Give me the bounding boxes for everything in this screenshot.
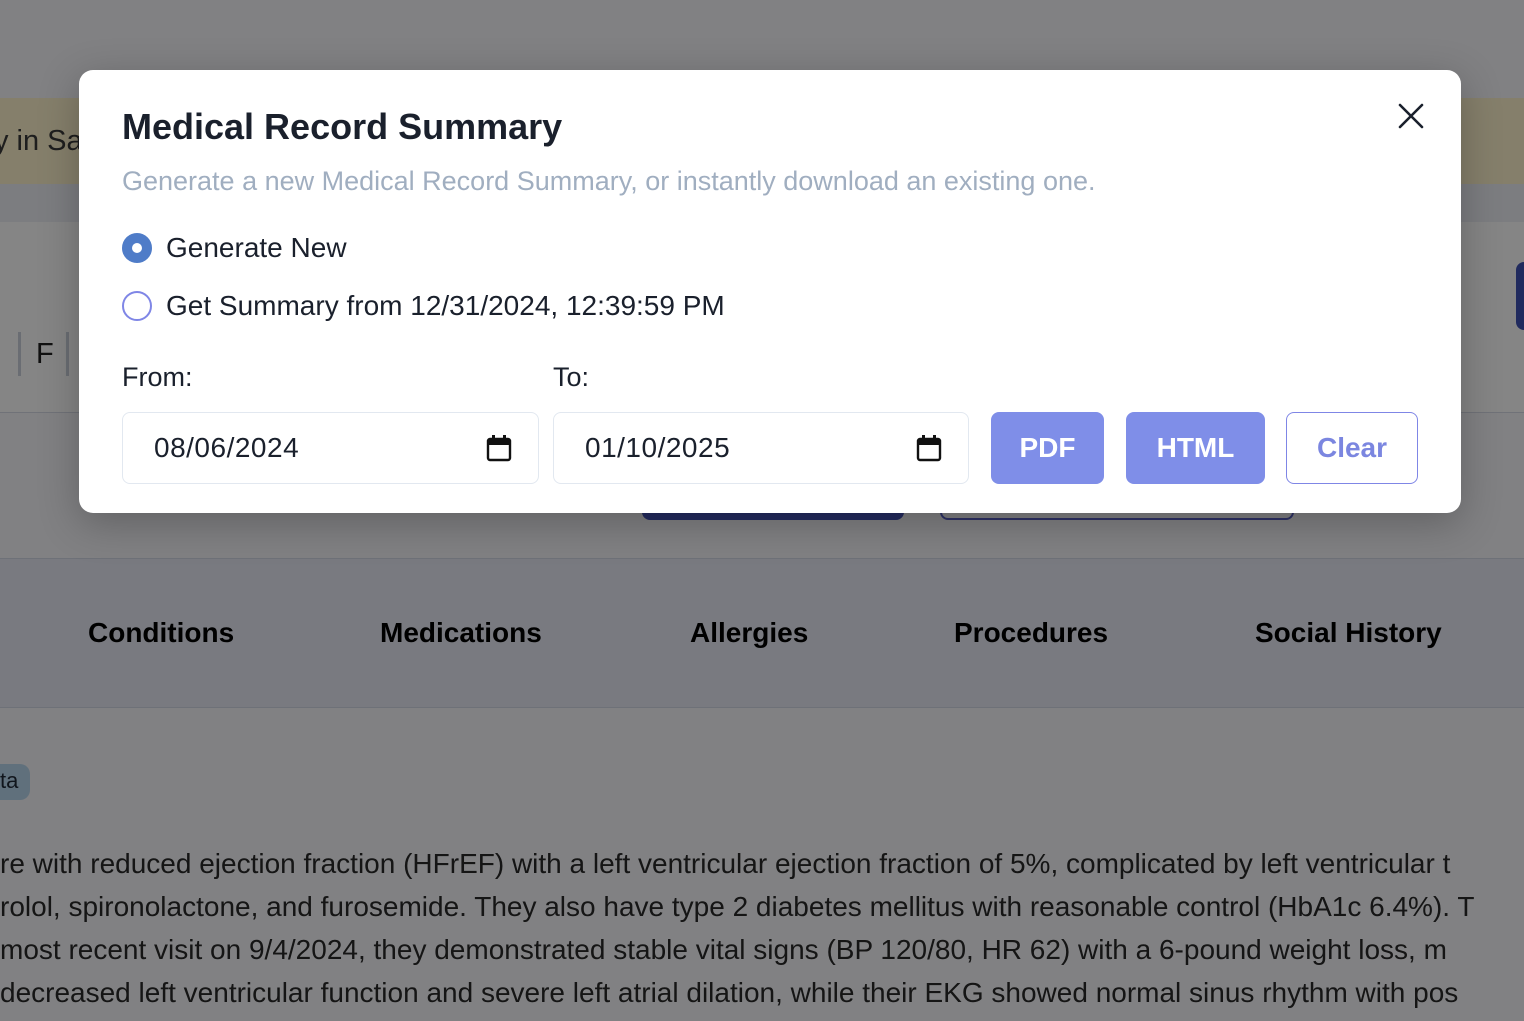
to-label: To: xyxy=(553,362,590,392)
html-button[interactable]: HTML xyxy=(1126,412,1265,484)
option-existing-summary[interactable]: Get Summary from 12/31/2024, 12:39:59 PM xyxy=(122,290,725,322)
from-label: From: xyxy=(122,362,193,392)
pdf-button[interactable]: PDF xyxy=(991,412,1104,484)
to-date-value: 01/10/2025 xyxy=(585,432,731,463)
option-label: Generate New xyxy=(166,232,347,263)
medical-record-summary-modal: Medical Record Summary Generate a new Me… xyxy=(79,70,1461,513)
from-date-value: 08/06/2024 xyxy=(154,432,300,463)
option-label: Get Summary from 12/31/2024, 12:39:59 PM xyxy=(166,290,725,321)
calendar-icon[interactable] xyxy=(916,434,942,462)
from-date-input[interactable]: 08/06/2024 xyxy=(122,412,539,484)
calendar-icon[interactable] xyxy=(486,434,512,462)
close-icon xyxy=(1398,103,1424,129)
modal-title: Medical Record Summary xyxy=(122,106,563,147)
radio-generate-new[interactable] xyxy=(122,233,152,263)
close-button[interactable] xyxy=(1391,96,1431,136)
modal-subtitle: Generate a new Medical Record Summary, o… xyxy=(122,166,1096,196)
radio-existing-summary[interactable] xyxy=(122,291,152,321)
to-date-input[interactable]: 01/10/2025 xyxy=(553,412,969,484)
clear-button[interactable]: Clear xyxy=(1286,412,1418,484)
option-generate-new[interactable]: Generate New xyxy=(122,232,347,264)
